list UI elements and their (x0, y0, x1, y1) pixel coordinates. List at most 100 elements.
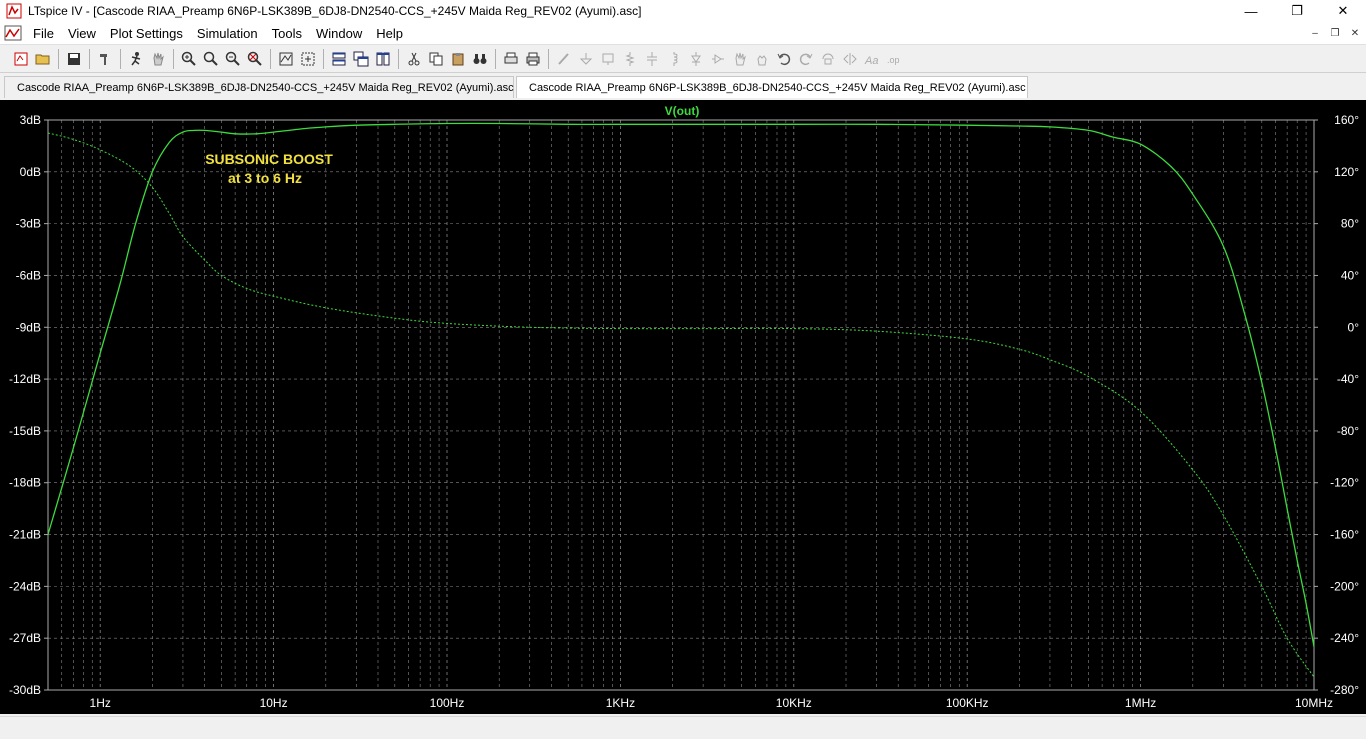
copy-button[interactable] (426, 49, 446, 69)
toolbar-separator (89, 48, 90, 69)
zoom-fit-button[interactable] (245, 49, 265, 69)
minimize-button[interactable]: — (1228, 0, 1274, 22)
tile-horizontal-icon (332, 52, 346, 65)
new-schematic-icon (14, 52, 28, 65)
halt-button[interactable] (148, 49, 168, 69)
y-right-tick-label: -280° (1330, 683, 1359, 697)
tile-vertical-icon (376, 52, 390, 65)
resistor-button[interactable] (620, 49, 640, 69)
menu-file[interactable]: File (26, 26, 61, 41)
menu-window[interactable]: Window (309, 26, 369, 41)
binoculars-icon (473, 53, 487, 64)
plot-frame (47, 119, 1315, 691)
zoom-in-button[interactable] (179, 49, 199, 69)
component-icon (712, 53, 724, 64)
redo-icon (799, 53, 813, 65)
mdi-controls: – ❐ ✕ (1308, 26, 1362, 40)
close-button[interactable]: ✕ (1320, 0, 1366, 22)
cut-button[interactable] (404, 49, 424, 69)
y-left-tick-label: 0dB (20, 165, 41, 179)
y-right-tick-label: -160° (1330, 528, 1359, 542)
mdi-minimize-button[interactable]: – (1308, 26, 1322, 40)
zoom-area-button[interactable] (298, 49, 318, 69)
annotation-line-1: SUBSONIC BOOST (205, 151, 333, 167)
x-tick-label: 100Hz (430, 696, 465, 710)
print-preview-button[interactable] (501, 49, 521, 69)
inductor-button[interactable] (664, 49, 684, 69)
x-tick-label: 1Hz (90, 696, 111, 710)
plot-pane[interactable]: 3dB 0dB -3dB -6dB -9dB -12dB -15dB -18dB -21dB -2… (0, 100, 1366, 714)
rotate-button[interactable] (818, 49, 838, 69)
y-left-tick-label: -27dB (9, 631, 41, 645)
svg-text:.op: .op (887, 55, 900, 65)
toolbar-separator (398, 48, 399, 69)
y-right-tick-label: -240° (1330, 631, 1359, 645)
save-icon (68, 52, 80, 65)
run-button[interactable] (126, 49, 146, 69)
x-tick-label: 1MHz (1125, 696, 1156, 710)
redo-button[interactable] (796, 49, 816, 69)
y-right-tick-label: -80° (1337, 424, 1359, 438)
open-button[interactable] (33, 49, 53, 69)
tab-waveform[interactable]: Cascode RIAA_Preamp 6N6P-LSK389B_6DJ8-DN… (516, 76, 1028, 98)
y-left-tick-label: -18dB (9, 476, 41, 490)
title-bar: LTspice IV - [Cascode RIAA_Preamp 6N6P-L… (0, 0, 1366, 22)
menu-bar: File View Plot Settings Simulation Tools… (0, 22, 1366, 45)
wire-button[interactable] (554, 49, 574, 69)
ltspice-logo-icon (6, 3, 22, 19)
menu-help[interactable]: Help (369, 26, 410, 41)
zoom-in-icon (181, 51, 196, 66)
autorange-button[interactable] (276, 49, 296, 69)
mdi-close-button[interactable]: ✕ (1348, 26, 1362, 40)
zoom-out-icon (225, 51, 240, 66)
svg-text:Aa: Aa (864, 55, 878, 67)
print-preview-icon (504, 52, 518, 63)
paste-button[interactable] (448, 49, 468, 69)
folder-open-icon (35, 54, 50, 64)
y-right-tick-label: 80° (1341, 217, 1359, 231)
undo-button[interactable] (774, 49, 794, 69)
menu-view[interactable]: View (61, 26, 103, 41)
new-schematic-button[interactable] (11, 49, 31, 69)
document-tabs: Cascode RIAA_Preamp 6N6P-LSK389B_6DJ8-DN… (0, 74, 1366, 100)
menu-tools[interactable]: Tools (265, 26, 309, 41)
restore-button[interactable]: ❐ (1274, 0, 1320, 22)
y-left-tick-label: -21dB (9, 528, 41, 542)
zoom-area-icon (301, 52, 315, 65)
trace-label-vout[interactable]: V(out) (665, 104, 700, 118)
y-right-tick-label: -40° (1337, 372, 1359, 386)
printer-icon (526, 52, 540, 65)
mdi-restore-button[interactable]: ❐ (1328, 26, 1342, 40)
y-left-tick-label: -9dB (16, 320, 41, 334)
print-button[interactable] (523, 49, 543, 69)
cascade-button[interactable] (351, 49, 371, 69)
control-panel-button[interactable] (95, 49, 115, 69)
menu-plot-settings[interactable]: Plot Settings (103, 26, 190, 41)
spice-directive-button[interactable]: .op (884, 49, 904, 69)
y-right-tick-label: -200° (1330, 579, 1359, 593)
drag-button[interactable] (752, 49, 772, 69)
text-button[interactable]: Aa (862, 49, 882, 69)
save-button[interactable] (64, 49, 84, 69)
y-right-tick-label: -120° (1330, 476, 1359, 490)
zoom-out-button[interactable] (223, 49, 243, 69)
capacitor-icon (647, 51, 657, 66)
component-button[interactable] (708, 49, 728, 69)
tile-vertical-button[interactable] (373, 49, 393, 69)
y-right-tick-label: 120° (1334, 165, 1359, 179)
menu-simulation[interactable]: Simulation (190, 26, 265, 41)
tab-schematic[interactable]: Cascode RIAA_Preamp 6N6P-LSK389B_6DJ8-DN… (4, 76, 514, 98)
mirror-button[interactable] (840, 49, 860, 69)
ground-icon (579, 52, 593, 65)
label-net-button[interactable] (598, 49, 618, 69)
ground-button[interactable] (576, 49, 596, 69)
resistor-icon (625, 51, 635, 66)
move-button[interactable] (730, 49, 750, 69)
capacitor-button[interactable] (642, 49, 662, 69)
diode-button[interactable] (686, 49, 706, 69)
pan-button[interactable] (201, 49, 221, 69)
waveform-window-icon[interactable] (4, 25, 22, 41)
bode-plot[interactable]: 3dB 0dB -3dB -6dB -9dB -12dB -15dB -18dB -21dB -2… (0, 100, 1366, 714)
find-button[interactable] (470, 49, 490, 69)
tile-horizontal-button[interactable] (329, 49, 349, 69)
